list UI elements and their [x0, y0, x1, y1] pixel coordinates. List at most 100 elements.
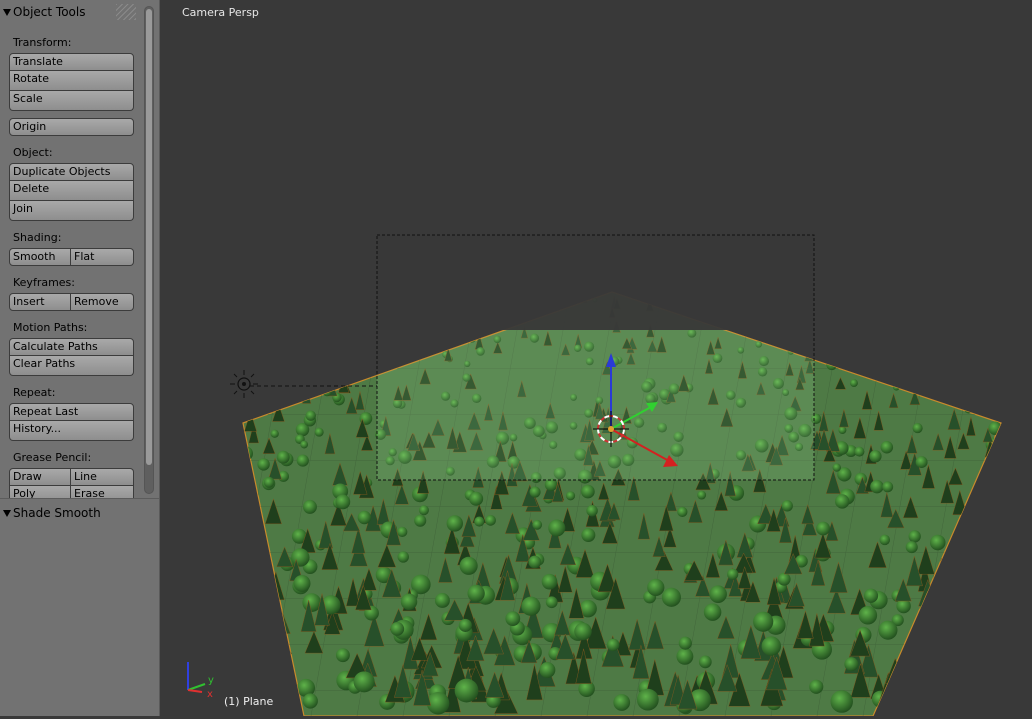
- conifer-tree: [183, 442, 197, 465]
- conifer-tree: [213, 536, 228, 556]
- round-tree: [962, 392, 972, 402]
- rotate-button[interactable]: Rotate: [9, 71, 134, 91]
- panel-grip-icon[interactable]: [116, 4, 136, 20]
- conifer-tree: [1004, 461, 1016, 477]
- round-tree: [607, 639, 620, 652]
- round-tree: [964, 405, 972, 413]
- conifer-tree: [334, 296, 342, 306]
- round-tree: [357, 349, 368, 360]
- conifer-tree: [1018, 514, 1032, 541]
- collapse-triangle-icon[interactable]: [3, 510, 11, 517]
- round-tree: [868, 345, 874, 351]
- round-tree: [782, 500, 793, 511]
- conifer-tree: [200, 538, 218, 566]
- conifer-tree: [827, 332, 835, 347]
- remove-keyframe-button[interactable]: Remove: [71, 293, 134, 311]
- conifer-tree: [283, 383, 291, 399]
- conifer-tree: [207, 461, 220, 482]
- scale-button[interactable]: Scale: [9, 91, 134, 111]
- conifer-tree: [906, 662, 923, 695]
- round-tree: [1004, 422, 1012, 430]
- round-tree: [893, 338, 899, 344]
- round-tree: [933, 602, 953, 622]
- translate-button[interactable]: Translate: [9, 53, 134, 71]
- axis-gizmo-icon: y x: [188, 662, 214, 700]
- round-tree: [760, 333, 770, 343]
- clear-paths-button[interactable]: Clear Paths: [9, 356, 134, 376]
- conifer-tree: [996, 551, 1010, 572]
- round-tree: [161, 672, 167, 693]
- scene-canvas[interactable]: y x: [161, 0, 1032, 716]
- line-button[interactable]: Line: [71, 468, 134, 486]
- calculate-paths-button[interactable]: Calculate Paths: [9, 338, 134, 356]
- erase-button[interactable]: Erase: [71, 486, 134, 498]
- round-tree: [530, 487, 541, 498]
- conifer-tree: [240, 517, 257, 535]
- round-tree: [196, 466, 211, 481]
- round-tree: [546, 596, 558, 608]
- round-tree: [699, 655, 712, 668]
- round-tree: [878, 621, 897, 640]
- round-tree: [242, 611, 259, 628]
- conifer-tree: [982, 645, 1004, 679]
- round-tree: [998, 675, 1017, 694]
- tool-shelf-scrollbar[interactable]: [144, 6, 154, 494]
- scrollbar-thumb[interactable]: [146, 9, 152, 465]
- round-tree: [934, 660, 948, 674]
- history-button[interactable]: History...: [9, 421, 134, 441]
- round-tree: [899, 306, 907, 314]
- conifer-tree: [175, 672, 197, 698]
- flat-button[interactable]: Flat: [71, 248, 134, 266]
- 3d-viewport[interactable]: y x Camera Persp (1) Plane: [161, 0, 1032, 716]
- round-tree: [836, 336, 842, 342]
- duplicate-objects-button[interactable]: Duplicate Objects: [9, 163, 134, 181]
- round-tree: [815, 299, 822, 306]
- round-tree: [240, 591, 253, 604]
- insert-keyframe-button[interactable]: Insert: [9, 293, 71, 311]
- round-tree: [414, 515, 426, 527]
- round-tree: [184, 500, 197, 513]
- conifer-tree: [161, 538, 177, 559]
- round-tree: [521, 597, 540, 616]
- round-tree: [291, 548, 309, 566]
- conifer-tree: [985, 505, 1000, 529]
- round-tree: [753, 612, 773, 632]
- join-button[interactable]: Join: [9, 201, 134, 221]
- conifer-tree: [989, 664, 1009, 688]
- round-tree: [1011, 470, 1026, 485]
- conifer-tree: [293, 313, 300, 327]
- origin-button[interactable]: Origin: [9, 118, 134, 136]
- draw-button[interactable]: Draw: [9, 468, 71, 486]
- conifer-tree: [1009, 675, 1026, 710]
- round-tree: [936, 669, 952, 685]
- round-tree: [447, 515, 463, 531]
- conifer-tree: [1023, 537, 1032, 555]
- conifer-tree: [213, 578, 230, 604]
- smooth-button[interactable]: Smooth: [9, 248, 71, 266]
- round-tree: [232, 632, 248, 648]
- collapse-triangle-icon[interactable]: [3, 9, 11, 16]
- shade-smooth-panel-header[interactable]: Shade Smooth: [0, 502, 153, 524]
- round-tree: [679, 637, 692, 650]
- round-tree: [397, 527, 407, 537]
- round-tree: [869, 450, 881, 462]
- round-tree: [1016, 429, 1028, 441]
- conifer-tree: [849, 302, 857, 315]
- conifer-tree: [358, 283, 365, 294]
- round-tree: [965, 692, 979, 706]
- round-tree: [973, 487, 985, 499]
- conifer-tree: [932, 678, 951, 704]
- round-tree: [911, 340, 918, 347]
- poly-button[interactable]: Poly: [9, 486, 71, 498]
- conifer-tree: [993, 606, 1011, 627]
- round-tree: [932, 377, 939, 384]
- delete-button[interactable]: Delete: [9, 181, 134, 201]
- conifer-tree: [313, 368, 323, 386]
- round-tree: [390, 622, 404, 636]
- round-tree: [240, 549, 254, 563]
- round-tree: [662, 588, 681, 607]
- round-tree: [574, 623, 592, 641]
- round-tree: [996, 397, 1007, 408]
- conifer-tree: [184, 582, 199, 605]
- repeat-last-button[interactable]: Repeat Last: [9, 403, 134, 421]
